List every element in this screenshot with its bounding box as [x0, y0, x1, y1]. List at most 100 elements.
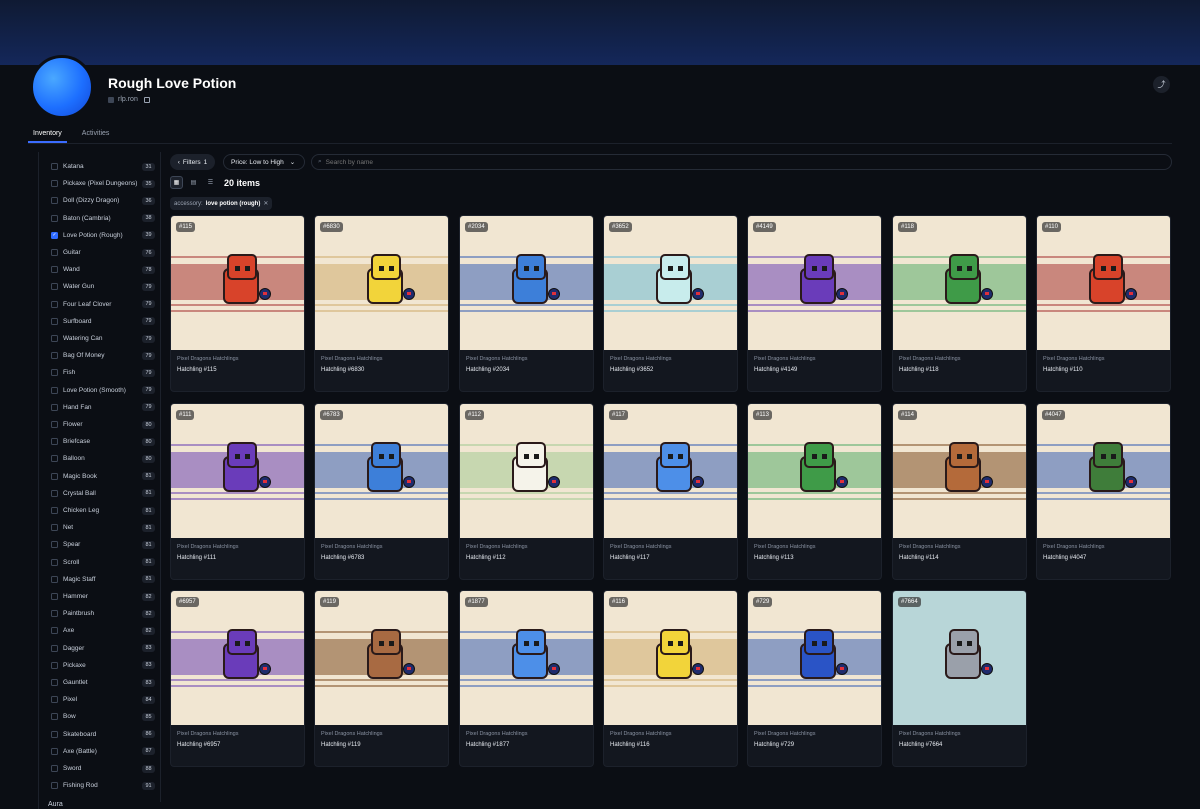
filter-item[interactable]: Wand 78	[51, 261, 155, 278]
grid-view-button[interactable]: ▦	[170, 176, 183, 189]
checkbox[interactable]	[51, 679, 58, 686]
checkbox[interactable]	[51, 455, 58, 463]
filter-item[interactable]: Flower 80	[51, 416, 155, 433]
nft-card[interactable]: #110 Pixel Dragons Hatchlings Hatchling #1…	[1036, 215, 1171, 392]
filter-item[interactable]: Spear 81	[51, 536, 155, 553]
checkbox[interactable]	[51, 438, 58, 446]
nft-card[interactable]: #113 Pixel Dragons Hatchlings Hatchling #1…	[747, 403, 882, 580]
nft-card[interactable]: #4047 Pixel Dragons Hatchlings Hatchling #…	[1036, 403, 1171, 580]
checkbox[interactable]	[51, 747, 58, 755]
checkbox[interactable]	[51, 300, 58, 308]
filter-item[interactable]: Katana 31	[51, 158, 155, 175]
nft-card[interactable]: #118 Pixel Dragons Hatchlings Hatchling #1…	[892, 215, 1027, 392]
compact-grid-button[interactable]: ▤	[187, 176, 200, 189]
checkbox[interactable]	[51, 197, 58, 205]
nft-card[interactable]: #6783 Pixel Dragons Hatchlings Hatchling #…	[314, 403, 449, 580]
checkbox[interactable]	[51, 661, 58, 669]
checkbox[interactable]	[51, 765, 58, 772]
checkbox[interactable]	[51, 575, 58, 583]
nft-card[interactable]: #117 Pixel Dragons Hatchlings Hatchling #1…	[603, 403, 738, 580]
tab-inventory[interactable]: Inventory	[28, 128, 67, 143]
filter-item[interactable]: Pickaxe 83	[51, 657, 155, 674]
checkbox[interactable]	[51, 317, 58, 325]
checkbox[interactable]	[51, 644, 58, 652]
checkbox[interactable]	[51, 610, 58, 618]
filter-item[interactable]: Magic Staff 81	[51, 571, 155, 588]
filter-item[interactable]: ✓ Love Potion (Rough) 39	[51, 227, 155, 244]
nft-card[interactable]: #6830 Pixel Dragons Hatchlings Hatchling #…	[314, 215, 449, 392]
list-view-button[interactable]: ☰	[204, 176, 217, 189]
nft-card[interactable]: #119 Pixel Dragons Hatchlings Hatchling #1…	[314, 590, 449, 767]
nft-card[interactable]: #7664 Pixel Dragons Hatchlings Hatchling #…	[892, 590, 1027, 767]
checkbox[interactable]	[51, 593, 58, 600]
filter-item[interactable]: Briefcase 80	[51, 433, 155, 450]
filter-item[interactable]: Bow 85	[51, 708, 155, 725]
nft-card[interactable]: #3652 Pixel Dragons Hatchlings Hatchling #…	[603, 215, 738, 392]
filter-item[interactable]: Paintbrush 82	[51, 605, 155, 622]
filter-item[interactable]: Gauntlet 83	[51, 674, 155, 691]
close-icon[interactable]: ✕	[263, 200, 268, 207]
checkbox[interactable]	[51, 696, 58, 704]
search-input[interactable]	[325, 158, 1126, 166]
checkbox[interactable]	[51, 507, 58, 514]
nft-card[interactable]: #6957 Pixel Dragons Hatchlings Hatchling #…	[170, 590, 305, 767]
filter-item[interactable]: Water Gun 79	[51, 278, 155, 295]
copy-icon[interactable]	[143, 96, 150, 103]
checkbox[interactable]	[51, 730, 58, 738]
filter-item[interactable]: Hammer 82	[51, 588, 155, 605]
filter-item[interactable]: Net 81	[51, 519, 155, 536]
filter-item[interactable]: Balloon 80	[51, 450, 155, 467]
checkbox[interactable]	[51, 713, 58, 721]
checkbox[interactable]	[51, 214, 58, 222]
filter-item[interactable]: Pixel 84	[51, 691, 155, 708]
checkbox[interactable]	[51, 283, 58, 291]
nft-card[interactable]: #111 Pixel Dragons Hatchlings Hatchling #1…	[170, 403, 305, 580]
nft-card[interactable]: #1877 Pixel Dragons Hatchlings Hatchling #…	[459, 590, 594, 767]
checkbox[interactable]	[51, 352, 58, 360]
checkbox[interactable]	[51, 180, 58, 188]
filter-item[interactable]: Pickaxe (Pixel Dungeons) 35	[51, 175, 155, 192]
checkbox[interactable]	[51, 421, 58, 428]
checkbox[interactable]: ✓	[51, 231, 58, 239]
checkbox[interactable]	[51, 369, 58, 377]
share-button[interactable]: ⤴	[1153, 76, 1170, 93]
nft-card[interactable]: #4149 Pixel Dragons Hatchlings Hatchling #…	[747, 215, 882, 392]
filter-item[interactable]: Guitar 76	[51, 244, 155, 261]
checkbox[interactable]	[51, 266, 58, 274]
checkbox[interactable]	[51, 524, 58, 532]
active-filter-chip[interactable]: accessory: love potion (rough) ✕	[170, 197, 273, 210]
nft-card[interactable]: #112 Pixel Dragons Hatchlings Hatchling #1…	[459, 403, 594, 580]
filter-item[interactable]: Fish 79	[51, 364, 155, 381]
sort-select[interactable]: Price: Low to High ⌄	[223, 154, 305, 170]
checkbox[interactable]	[51, 627, 58, 635]
checkbox[interactable]	[51, 541, 58, 549]
filter-item[interactable]: Baton (Cambria) 38	[51, 210, 155, 227]
nft-card[interactable]: #729 Pixel Dragons Hatchlings Hatchling #7…	[747, 590, 882, 767]
filter-item[interactable]: Axe (Battle) 87	[51, 743, 155, 760]
filter-item[interactable]: Axe 82	[51, 622, 155, 639]
filter-item[interactable]: Four Leaf Clover 79	[51, 296, 155, 313]
filter-item[interactable]: Crystal Ball 81	[51, 485, 155, 502]
filter-item[interactable]: Skateboard 86	[51, 726, 155, 743]
filter-item[interactable]: Sword 88	[51, 760, 155, 777]
filter-item[interactable]: Doll (Dizzy Dragon) 36	[51, 192, 155, 209]
search-box[interactable]: ⌕	[311, 154, 1172, 170]
sidebar-scrollbar[interactable]	[160, 152, 161, 802]
checkbox[interactable]	[51, 403, 58, 411]
filter-item[interactable]: Dagger 83	[51, 640, 155, 657]
nft-card[interactable]: #114 Pixel Dragons Hatchlings Hatchling #1…	[892, 403, 1027, 580]
checkbox[interactable]	[51, 249, 58, 256]
checkbox[interactable]	[51, 335, 58, 342]
checkbox[interactable]	[51, 782, 58, 790]
tab-activities[interactable]: Activities	[77, 128, 115, 143]
filter-item[interactable]: Love Potion (Smooth) 79	[51, 382, 155, 399]
filters-button[interactable]: ‹ Filters 1	[170, 154, 215, 170]
checkbox[interactable]	[51, 386, 58, 394]
filter-item[interactable]: Hand Fan 79	[51, 399, 155, 416]
filter-item[interactable]: Scroll 81	[51, 554, 155, 571]
checkbox[interactable]	[51, 489, 58, 497]
nft-card[interactable]: #2034 Pixel Dragons Hatchlings Hatchling #…	[459, 215, 594, 392]
checkbox[interactable]	[51, 472, 58, 480]
filter-item[interactable]: Surfboard 79	[51, 313, 155, 330]
aura-filter-group[interactable]: Aura	[48, 801, 63, 808]
